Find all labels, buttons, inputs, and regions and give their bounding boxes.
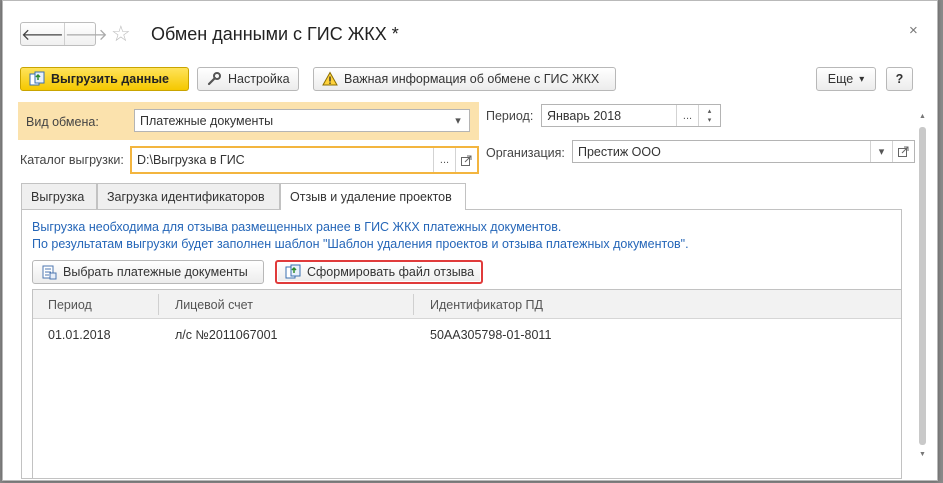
org-input[interactable]: Престиж ООО ▾ bbox=[572, 140, 915, 163]
tab-revoke-delete-label: Отзыв и удаление проектов bbox=[290, 190, 452, 204]
cell-pd-id: 50АА305798-01-8011 bbox=[430, 328, 552, 342]
help-icon: ? bbox=[895, 72, 904, 86]
forward-button[interactable]: 🡒 bbox=[63, 23, 108, 45]
settings-label: Настройка bbox=[228, 72, 290, 86]
column-divider bbox=[413, 294, 414, 315]
scrollbar-thumb[interactable] bbox=[919, 127, 926, 445]
org-dropdown-arrow-icon[interactable]: ▾ bbox=[870, 141, 892, 162]
upload-data-button[interactable]: Выгрузить данные bbox=[20, 67, 189, 91]
vertical-scrollbar[interactable]: ▲ ▼ bbox=[918, 113, 927, 473]
exchange-window: 🡐 🡒 ☆ Обмен данными с ГИС ЖКХ * × Выгруз… bbox=[2, 0, 938, 481]
scroll-down-icon[interactable]: ▼ bbox=[918, 451, 927, 458]
window-title: Обмен данными с ГИС ЖКХ * bbox=[151, 24, 399, 44]
period-value: Январь 2018 bbox=[547, 108, 622, 123]
tab-revoke-delete[interactable]: Отзыв и удаление проектов bbox=[280, 183, 466, 210]
tab-upload[interactable]: Выгрузка bbox=[21, 183, 97, 209]
period-spinner[interactable]: ▴ ▾ bbox=[698, 105, 720, 126]
important-info-button[interactable]: Важная информация об обмене с ГИС ЖКХ bbox=[313, 67, 616, 91]
cell-period: 01.01.2018 bbox=[48, 328, 111, 342]
tab-load-identifiers[interactable]: Загрузка идентификаторов bbox=[97, 183, 280, 209]
dropdown-arrow-icon[interactable]: ▾ bbox=[447, 110, 469, 131]
important-info-label: Важная информация об обмене с ГИС ЖКХ bbox=[344, 72, 600, 86]
catalog-value: D:\Выгрузка в ГИС bbox=[137, 153, 245, 167]
exchange-type-select[interactable]: Платежные документы ▾ bbox=[134, 109, 470, 132]
warning-icon bbox=[322, 71, 338, 87]
period-label: Период: bbox=[486, 109, 534, 123]
settings-button[interactable]: Настройка bbox=[197, 67, 299, 91]
tab-upload-label: Выгрузка bbox=[31, 189, 85, 204]
spinner-down-icon[interactable]: ▾ bbox=[708, 116, 712, 125]
help-button[interactable]: ? bbox=[886, 67, 913, 91]
org-label: Организация: bbox=[486, 146, 565, 160]
scroll-up-icon[interactable]: ▲ bbox=[918, 113, 927, 120]
column-header-period[interactable]: Период bbox=[48, 290, 92, 319]
exchange-type-label: Вид обмена: bbox=[26, 115, 99, 129]
open-form-icon[interactable] bbox=[455, 148, 477, 172]
arrow-left-icon: 🡐 bbox=[21, 26, 64, 44]
select-documents-label: Выбрать платежные документы bbox=[63, 265, 248, 279]
ellipsis-button[interactable]: ... bbox=[433, 148, 455, 172]
history-nav: 🡐 🡒 bbox=[20, 22, 108, 46]
more-label: Еще bbox=[827, 72, 854, 86]
period-ellipsis-button[interactable]: ... bbox=[676, 105, 698, 126]
generate-revoke-file-button[interactable]: Сформировать файл отзыва bbox=[275, 260, 483, 284]
arrow-right-icon: 🡒 bbox=[64, 26, 108, 44]
upload-data-icon bbox=[29, 71, 45, 87]
chevron-down-icon: ▾ bbox=[859, 73, 865, 85]
catalog-label: Каталог выгрузки: bbox=[20, 153, 124, 167]
column-divider bbox=[158, 294, 159, 315]
select-documents-button[interactable]: Выбрать платежные документы bbox=[32, 260, 264, 284]
more-button[interactable]: Еще ▾ bbox=[816, 67, 876, 91]
table-header: Период Лицевой счет Идентификатор ПД bbox=[33, 290, 901, 319]
tab-load-identifiers-label: Загрузка идентификаторов bbox=[107, 189, 265, 204]
generate-file-icon bbox=[285, 264, 301, 280]
org-open-form-icon[interactable] bbox=[892, 141, 914, 162]
column-header-pd-id[interactable]: Идентификатор ПД bbox=[430, 290, 543, 319]
upload-data-label: Выгрузить данные bbox=[51, 72, 169, 86]
catalog-input[interactable]: D:\Выгрузка в ГИС ... bbox=[130, 146, 479, 174]
column-header-account[interactable]: Лицевой счет bbox=[175, 290, 253, 319]
favorite-star-icon[interactable]: ☆ bbox=[111, 21, 131, 47]
info-text-line-1: Выгрузка необходима для отзыва размещенн… bbox=[32, 220, 562, 234]
document-list-icon bbox=[41, 264, 57, 280]
period-input[interactable]: Январь 2018 ... ▴ ▾ bbox=[541, 104, 721, 127]
cell-account: л/с №2011067001 bbox=[175, 328, 278, 342]
org-value: Престиж ООО bbox=[578, 144, 661, 159]
table-row[interactable]: 01.01.2018 л/с №2011067001 50АА305798-01… bbox=[33, 320, 901, 350]
generate-revoke-file-label: Сформировать файл отзыва bbox=[307, 265, 475, 279]
spinner-up-icon[interactable]: ▴ bbox=[708, 107, 712, 116]
close-icon[interactable]: × bbox=[909, 22, 918, 39]
documents-table: Период Лицевой счет Идентификатор ПД 01.… bbox=[32, 289, 902, 479]
exchange-type-value: Платежные документы bbox=[140, 113, 274, 128]
wrench-icon bbox=[206, 71, 222, 87]
info-text-line-2: По результатам выгрузки будет заполнен ш… bbox=[32, 237, 689, 251]
back-button[interactable]: 🡐 bbox=[21, 23, 64, 45]
